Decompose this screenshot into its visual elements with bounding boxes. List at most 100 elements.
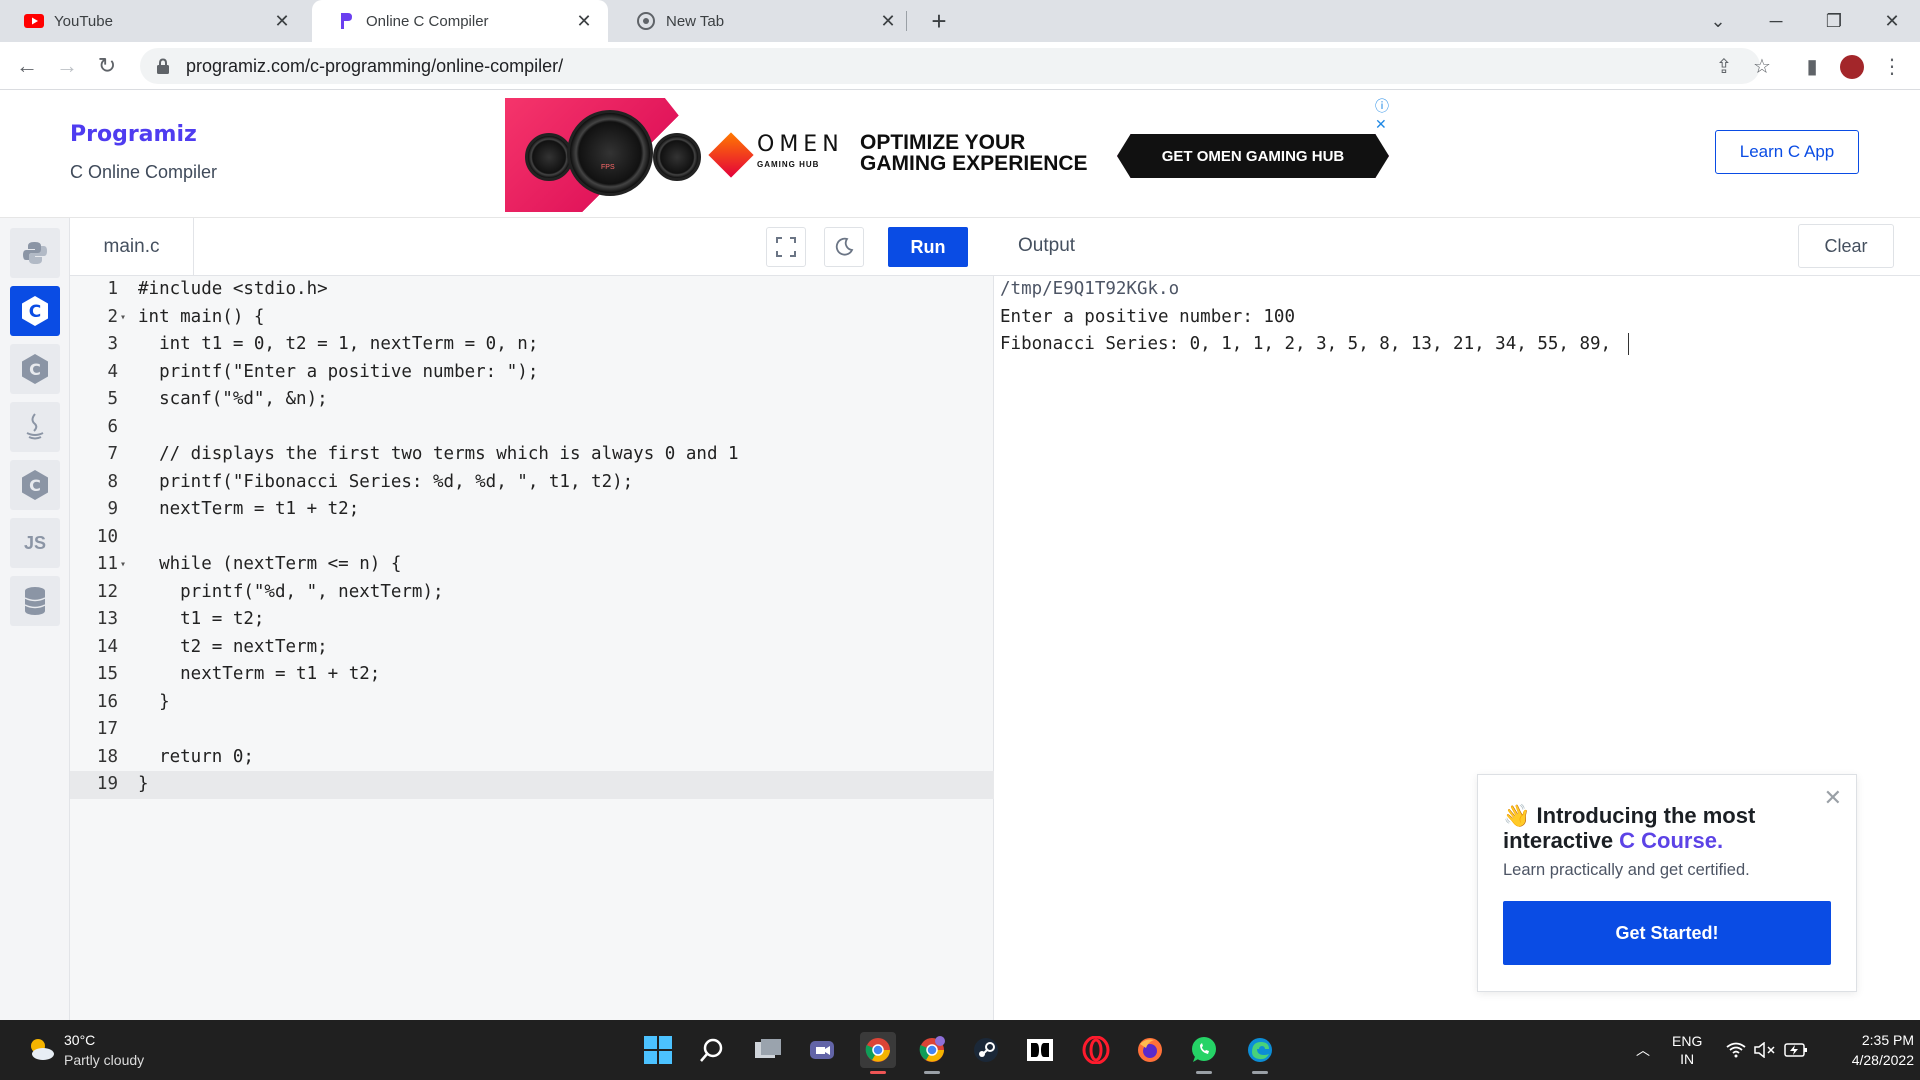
run-button[interactable]: Run bbox=[888, 227, 968, 267]
firefox-icon[interactable] bbox=[1132, 1032, 1168, 1068]
line-number: 11 bbox=[96, 554, 118, 574]
c-icon[interactable]: C bbox=[10, 286, 60, 336]
tab-new-tab[interactable]: New Tab ✕ bbox=[612, 0, 912, 42]
programiz-logo[interactable]: Programiz bbox=[70, 122, 197, 147]
close-tab-icon[interactable]: ✕ bbox=[574, 11, 594, 32]
code-line[interactable]: 5 scanf("%d", &n); bbox=[70, 386, 994, 414]
tab-divider bbox=[906, 11, 907, 31]
code-line[interactable]: 15 nextTerm = t1 + t2; bbox=[70, 661, 994, 689]
code-text: nextTerm = t1 + t2; bbox=[138, 499, 360, 519]
code-line[interactable]: 6 bbox=[70, 414, 994, 442]
weather-temp[interactable]: 30°C bbox=[64, 1032, 95, 1048]
promo-title: 👋 Introducing the most interactive C Cou… bbox=[1503, 803, 1823, 853]
line-number: 14 bbox=[96, 636, 118, 657]
dark-mode-icon[interactable] bbox=[824, 227, 864, 267]
code-line[interactable]: 3 int t1 = 0, t2 = 1, nextTerm = 0, n; bbox=[70, 331, 994, 359]
code-editor[interactable]: 1 #include <stdio.h> 2 ▾ int main() {3 int t… bbox=[70, 276, 994, 1020]
dolby-icon[interactable] bbox=[1022, 1032, 1058, 1068]
output-line: Enter a positive number: 100 bbox=[1000, 306, 1296, 327]
code-line[interactable]: 4 printf("Enter a positive number: "); bbox=[70, 359, 994, 387]
new-tab-button[interactable]: + bbox=[924, 6, 954, 36]
volume-muted-icon[interactable] bbox=[1754, 1020, 1776, 1080]
restore-icon[interactable]: ❐ bbox=[1806, 0, 1862, 42]
code-line[interactable]: 9 nextTerm = t1 + t2; bbox=[70, 496, 994, 524]
tab-youtube[interactable]: YouTube ✕ bbox=[0, 0, 306, 42]
line-number: 2 bbox=[107, 306, 118, 327]
minimize-icon[interactable]: ─ bbox=[1748, 0, 1804, 42]
input-language-indicator[interactable]: ENG IN bbox=[1672, 1020, 1702, 1080]
javascript-icon[interactable]: JS bbox=[10, 518, 60, 568]
code-line[interactable]: 14 t2 = nextTerm; bbox=[70, 634, 994, 662]
course-promo-popup: ✕ 👋 Introducing the most interactive C C… bbox=[1477, 774, 1857, 992]
edge-icon[interactable] bbox=[1242, 1032, 1278, 1074]
whatsapp-icon[interactable] bbox=[1186, 1032, 1222, 1074]
back-icon[interactable]: ← bbox=[12, 51, 42, 81]
cpp-icon[interactable]: C bbox=[10, 344, 60, 394]
code-line[interactable]: 1 #include <stdio.h> bbox=[70, 276, 994, 304]
gauge-icon bbox=[567, 110, 653, 196]
get-started-button[interactable]: Get Started! bbox=[1503, 901, 1831, 965]
windows-start-icon[interactable] bbox=[640, 1032, 676, 1068]
bookmark-star-icon[interactable]: ☆ bbox=[1750, 55, 1774, 79]
code-line[interactable]: 7 // displays the first two terms which … bbox=[70, 441, 994, 469]
wifi-icon[interactable] bbox=[1726, 1020, 1746, 1080]
fold-toggle-icon[interactable]: ▾ bbox=[120, 304, 126, 332]
svg-text:C: C bbox=[29, 302, 41, 322]
close-window-icon[interactable]: ✕ bbox=[1864, 0, 1920, 42]
url-field[interactable]: programiz.com/c-programming/online-compi… bbox=[140, 48, 1760, 84]
code-line[interactable]: 11 ▾ while (nextTerm <= n) { bbox=[70, 551, 994, 579]
line-number: 19 bbox=[96, 774, 118, 794]
advertisement-banner[interactable]: FPS OMEN GAMING HUB OPTIMIZE YOUR GAMING… bbox=[505, 98, 1390, 212]
code-line[interactable]: 19} bbox=[70, 771, 994, 799]
partly-cloudy-icon[interactable] bbox=[26, 1034, 56, 1064]
file-tab-main-c[interactable]: main.c bbox=[70, 218, 194, 276]
share-icon[interactable]: ⇪ bbox=[1712, 55, 1736, 79]
menu-kebab-icon[interactable]: ⋮ bbox=[1880, 55, 1904, 79]
language-sidebar: C C C JS bbox=[0, 218, 70, 1020]
tab-online-c-compiler[interactable]: Online C Compiler ✕ bbox=[312, 0, 608, 42]
close-tab-icon[interactable]: ✕ bbox=[878, 11, 898, 32]
windows-taskbar: 30°C Partly cloudy ︿ ENG IN 2:35 PM 4/28… bbox=[0, 1020, 1920, 1080]
battery-charging-icon[interactable] bbox=[1784, 1020, 1808, 1080]
close-icon[interactable]: ✕ bbox=[1824, 785, 1842, 811]
code-line[interactable]: 12 printf("%d, ", nextTerm); bbox=[70, 579, 994, 607]
clear-button[interactable]: Clear bbox=[1798, 224, 1894, 268]
system-clock[interactable]: 2:35 PM 4/28/2022 bbox=[1820, 1030, 1914, 1070]
forward-icon[interactable]: → bbox=[52, 51, 82, 81]
close-tab-icon[interactable]: ✕ bbox=[272, 11, 292, 32]
code-line[interactable]: 18 return 0; bbox=[70, 744, 994, 772]
profile-avatar[interactable] bbox=[1840, 55, 1864, 79]
steam-icon[interactable] bbox=[968, 1032, 1004, 1068]
tab-search-chevron-icon[interactable]: ⌄ bbox=[1690, 0, 1746, 42]
show-hidden-icons-chevron[interactable]: ︿ bbox=[1636, 1020, 1650, 1080]
python-icon[interactable] bbox=[10, 228, 60, 278]
code-line[interactable]: 17 bbox=[70, 716, 994, 744]
opera-icon[interactable] bbox=[1078, 1032, 1114, 1068]
fullscreen-icon[interactable] bbox=[766, 227, 806, 267]
learn-c-app-button[interactable]: Learn C App bbox=[1715, 130, 1859, 174]
chrome-taskbar-icon[interactable] bbox=[860, 1032, 896, 1074]
svg-text:C: C bbox=[29, 476, 41, 495]
tab-title: New Tab bbox=[666, 12, 725, 30]
sql-icon[interactable] bbox=[10, 576, 60, 626]
ad-choices-icon[interactable]: ⓘ ✕ bbox=[1375, 96, 1390, 133]
output-title: Output bbox=[1018, 235, 1076, 256]
side-panel-icon[interactable]: ▮ bbox=[1800, 55, 1824, 79]
code-line[interactable]: 10 bbox=[70, 524, 994, 552]
code-line[interactable]: 13 t1 = t2; bbox=[70, 606, 994, 634]
search-icon[interactable] bbox=[694, 1032, 730, 1068]
running-indicator bbox=[1196, 1071, 1212, 1074]
code-line[interactable]: 2 ▾ int main() { bbox=[70, 304, 994, 332]
output-line-text: Fibonacci Series: 0, 1, 1, 2, 3, 5, 8, 1… bbox=[1000, 334, 1622, 354]
teams-chat-icon[interactable] bbox=[804, 1032, 840, 1068]
fold-toggle-icon[interactable]: ▾ bbox=[120, 551, 126, 579]
java-icon[interactable] bbox=[10, 402, 60, 452]
weather-desc[interactable]: Partly cloudy bbox=[64, 1052, 144, 1068]
code-line[interactable]: 8 printf("Fibonacci Series: %d, %d, ", t… bbox=[70, 469, 994, 497]
code-line[interactable]: 16 } bbox=[70, 689, 994, 717]
chrome-profile-icon[interactable] bbox=[914, 1032, 950, 1074]
reload-icon[interactable]: ↻ bbox=[92, 51, 122, 81]
ad-cta-button[interactable]: GET OMEN GAMING HUB bbox=[1117, 134, 1389, 178]
task-view-icon[interactable] bbox=[750, 1032, 786, 1068]
csharp-icon[interactable]: C bbox=[10, 460, 60, 510]
